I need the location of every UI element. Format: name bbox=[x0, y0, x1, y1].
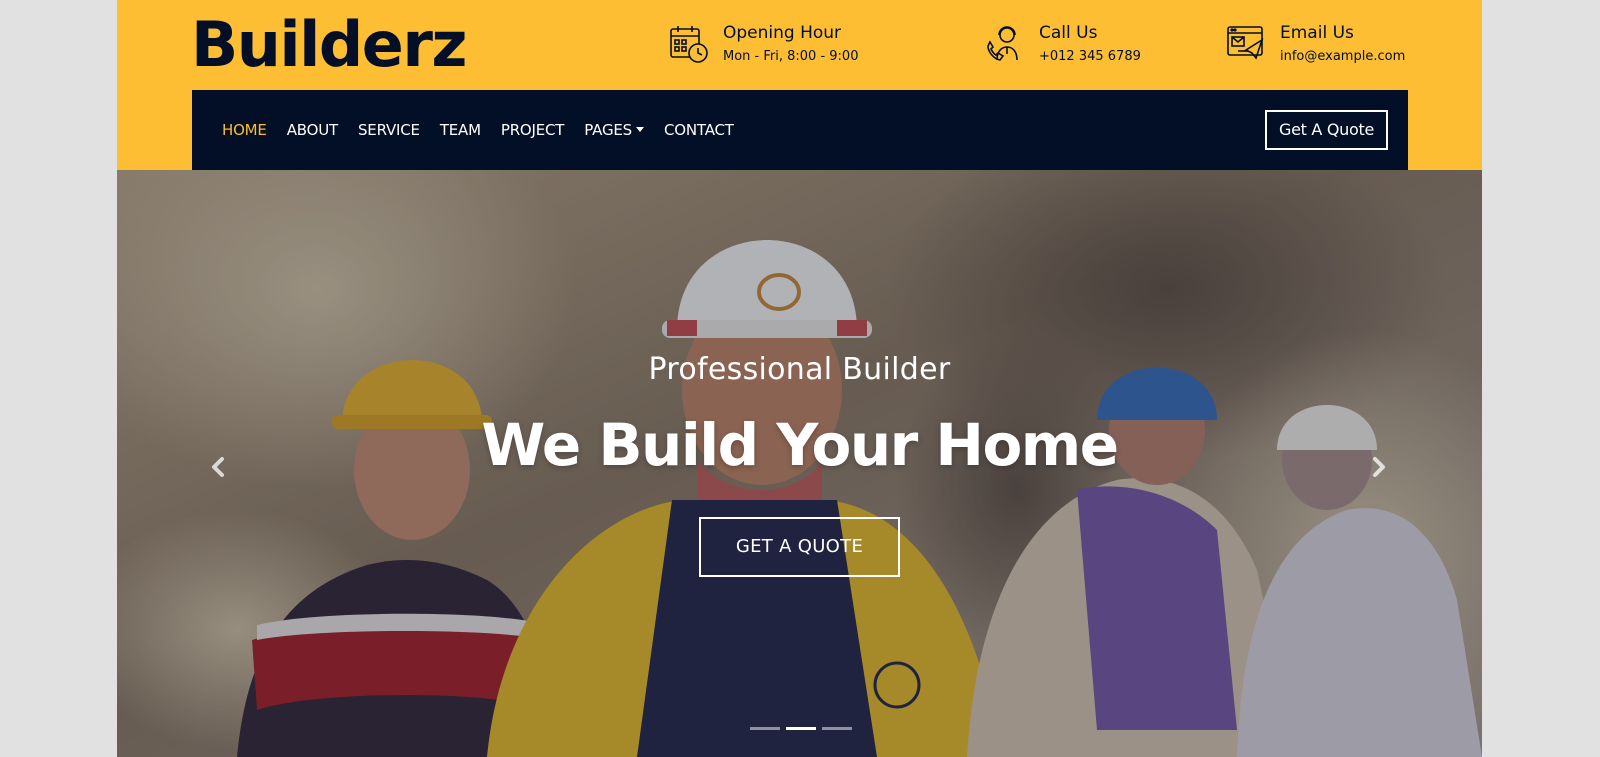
nav-item-about[interactable]: ABOUT bbox=[287, 121, 338, 139]
call-us-text[interactable]: +012 345 6789 bbox=[1039, 48, 1141, 66]
caret-down-icon bbox=[636, 127, 644, 132]
nav-item-home[interactable]: HOME bbox=[222, 121, 267, 139]
support-agent-icon bbox=[987, 26, 1018, 61]
nav-item-team[interactable]: TEAM bbox=[440, 121, 481, 139]
get-quote-button[interactable]: Get A Quote bbox=[1265, 110, 1388, 150]
email-us-text[interactable]: info@example.com bbox=[1280, 48, 1405, 66]
carousel-indicator-3[interactable] bbox=[822, 727, 852, 730]
hero-subtitle: Professional Builder bbox=[648, 352, 951, 387]
hero-title: We Build Your Home bbox=[481, 411, 1119, 479]
email-us-title: Email Us bbox=[1280, 23, 1354, 43]
chevron-left-icon[interactable] bbox=[203, 452, 233, 482]
carousel-indicators bbox=[750, 727, 858, 730]
brand-logo[interactable]: Builderz bbox=[191, 8, 468, 82]
carousel-indicator-2[interactable] bbox=[786, 727, 816, 730]
main-navbar: HOME ABOUT SERVICE TEAM PROJECT PAGES CO… bbox=[192, 90, 1408, 170]
nav-item-pages-dropdown[interactable]: PAGES bbox=[584, 121, 644, 139]
chevron-right-icon[interactable] bbox=[1364, 452, 1394, 482]
calendar-clock-icon bbox=[670, 26, 708, 63]
email-browser-icon bbox=[1227, 26, 1264, 60]
opening-hour-title: Opening Hour bbox=[723, 23, 842, 43]
nav-links: HOME ABOUT SERVICE TEAM PROJECT PAGES CO… bbox=[222, 90, 754, 170]
nav-item-project[interactable]: PROJECT bbox=[501, 121, 565, 139]
page: Builderz Opening Hour Mon - Fri, 8:00 - … bbox=[117, 0, 1482, 757]
top-header: Builderz Opening Hour Mon - Fri, 8:00 - … bbox=[117, 0, 1482, 90]
nav-item-pages-label: PAGES bbox=[584, 121, 632, 139]
nav-item-contact[interactable]: CONTACT bbox=[664, 121, 734, 139]
hero-get-quote-button[interactable]: GET A QUOTE bbox=[699, 517, 900, 577]
call-us-title: Call Us bbox=[1039, 23, 1098, 43]
opening-hour-text: Mon - Fri, 8:00 - 9:00 bbox=[723, 49, 859, 64]
nav-item-service[interactable]: SERVICE bbox=[358, 121, 420, 139]
hero-carousel: Professional Builder We Build Your Home … bbox=[117, 170, 1482, 757]
carousel-indicator-1[interactable] bbox=[750, 727, 780, 730]
